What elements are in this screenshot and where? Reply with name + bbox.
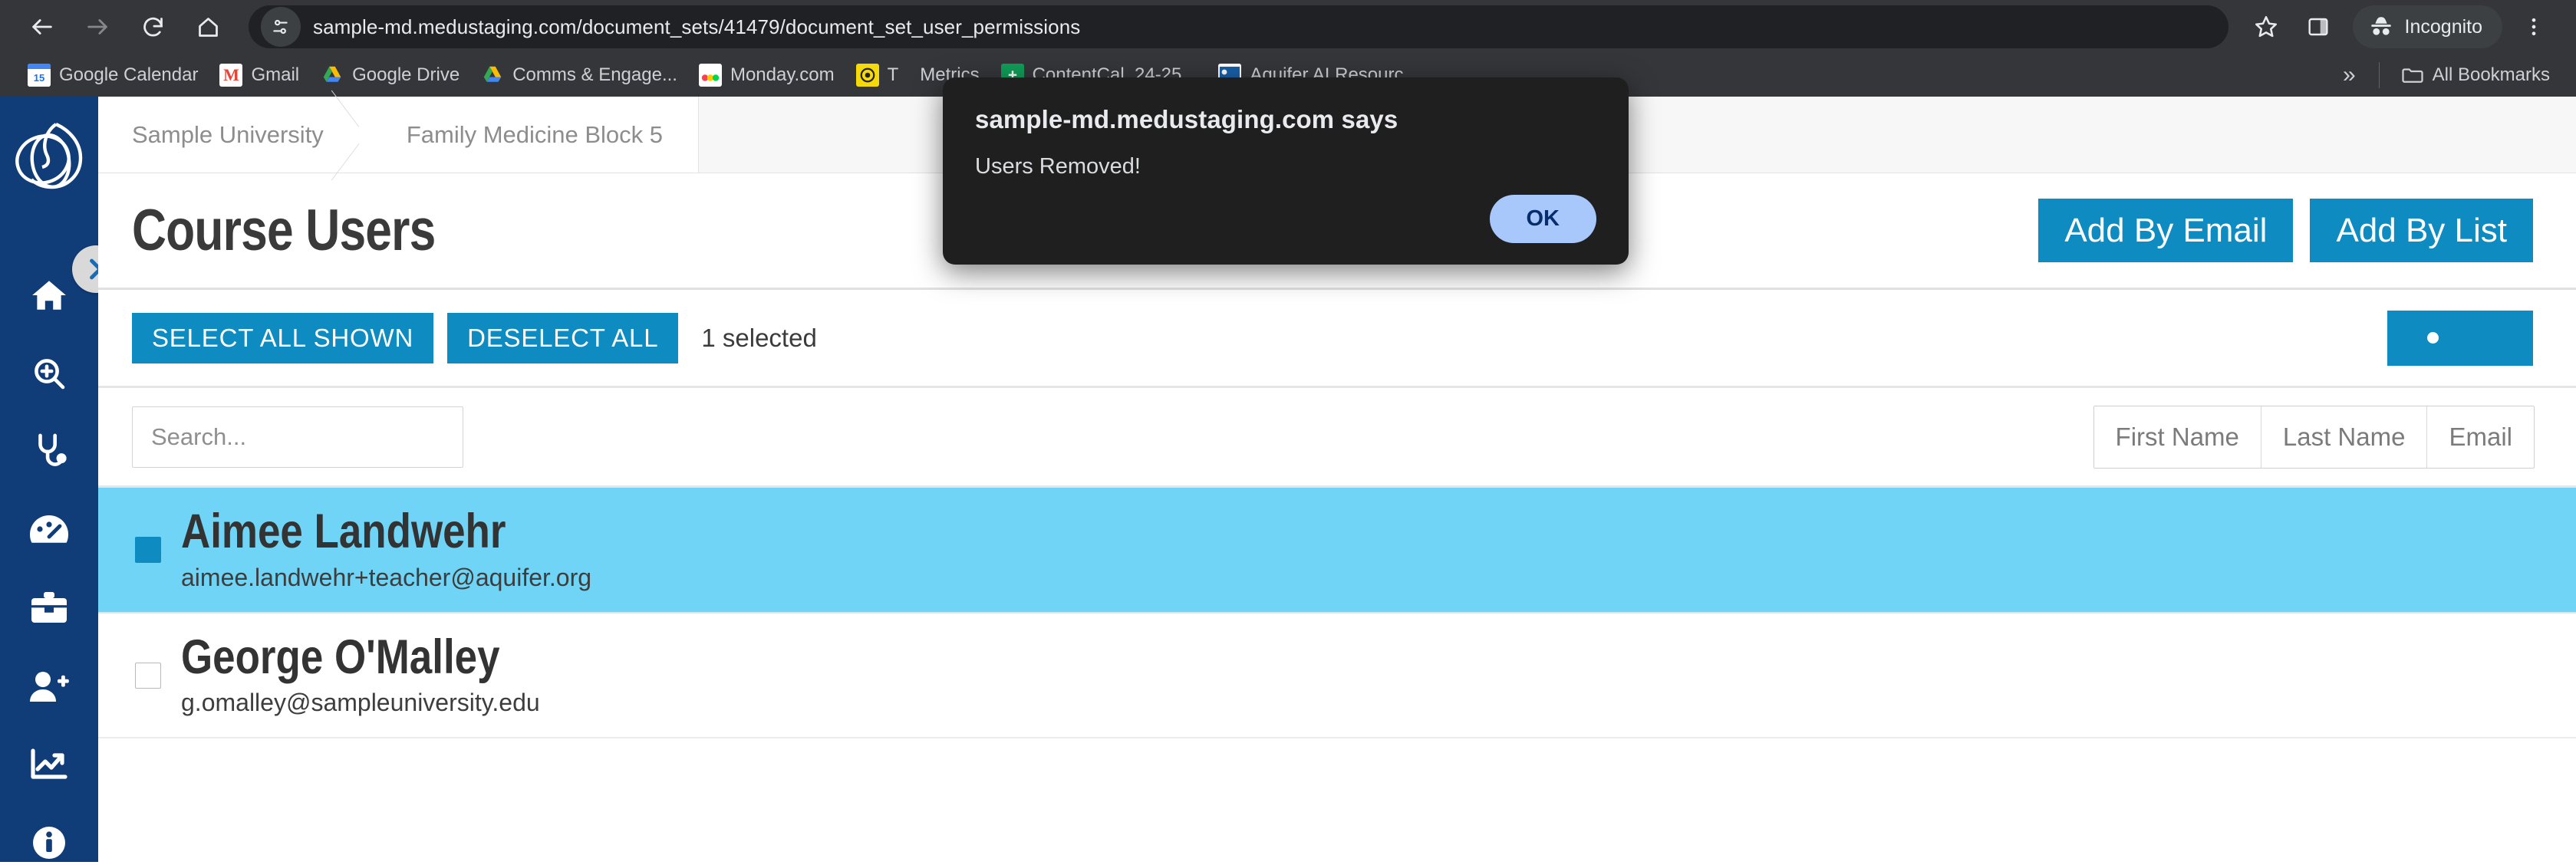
sidebar-item-home[interactable] xyxy=(19,273,79,317)
sort-last-name-button[interactable]: Last Name xyxy=(2261,406,2428,468)
site-settings-icon[interactable] xyxy=(261,7,301,47)
breadcrumb-item-organization[interactable]: Sample University xyxy=(98,97,359,173)
sidebar-item-reports[interactable] xyxy=(19,742,79,787)
folder-icon xyxy=(2401,64,2424,87)
breadcrumb-label: Family Medicine Block 5 xyxy=(406,120,664,148)
dialog-title: sample-md.medustaging.com says xyxy=(975,105,1398,133)
page-title: Course Users xyxy=(132,198,436,263)
left-sidebar xyxy=(0,97,98,862)
bookmark-label: Comms & Engage... xyxy=(512,64,677,85)
bookmark-label: Google Drive xyxy=(352,64,460,85)
sidebar-item-cases[interactable] xyxy=(19,429,79,474)
table-row[interactable]: Aimee Landwehr aimee.landwehr+teacher@aq… xyxy=(98,488,2576,613)
javascript-alert-dialog: sample-md.medustaging.com says Users Rem… xyxy=(943,77,1629,265)
sort-first-name-button[interactable]: First Name xyxy=(2093,406,2261,468)
bookmark-monday[interactable]: Monday.com xyxy=(688,59,845,91)
monday-icon xyxy=(698,64,722,87)
sidebar-nav xyxy=(0,273,98,865)
user-cell: George O'Malley g.omalley@sampleuniversi… xyxy=(181,630,561,718)
add-by-email-button[interactable]: Add By Email xyxy=(2038,198,2294,263)
side-panel-icon[interactable] xyxy=(2293,2,2344,52)
google-calendar-icon: 15 xyxy=(28,64,51,87)
user-name: George O'Malley xyxy=(181,630,500,684)
home-button[interactable] xyxy=(183,2,233,52)
bookmarks-right-group: » All Bookmarks xyxy=(2331,59,2561,91)
sidebar-item-search[interactable] xyxy=(19,351,79,396)
filter-toolbar: First Name Last Name Email xyxy=(98,388,2576,488)
forward-button[interactable] xyxy=(72,2,123,52)
sidebar-item-courses[interactable] xyxy=(19,586,79,630)
row-checkbox[interactable] xyxy=(135,662,161,689)
bookmark-t-site[interactable]: T xyxy=(845,59,910,91)
breadcrumb-label: Sample University xyxy=(132,120,324,148)
toolbar-right-group: Incognito xyxy=(2241,2,2559,52)
bulk-action-button[interactable] xyxy=(2387,310,2533,366)
reload-button[interactable] xyxy=(127,2,178,52)
search-input[interactable] xyxy=(132,406,463,468)
profile-incognito-button[interactable]: Incognito xyxy=(2352,5,2502,48)
dialog-ok-button[interactable]: OK xyxy=(1489,195,1596,243)
bookmark-label: T xyxy=(887,64,899,85)
dialog-message: Users Removed! xyxy=(975,154,1141,179)
dialog-actions: OK xyxy=(975,195,1596,243)
deselect-all-button[interactable]: DESELECT ALL xyxy=(447,312,679,363)
bulk-action-indicator-icon xyxy=(2427,332,2439,344)
browser-toolbar: sample-md.medustaging.com/document_sets/… xyxy=(0,0,2576,54)
bookmark-google-drive[interactable]: Google Drive xyxy=(310,59,470,91)
bookmark-star-icon[interactable] xyxy=(2241,2,2291,52)
profile-label: Incognito xyxy=(2404,15,2482,38)
yellow-site-icon xyxy=(855,64,879,87)
omnibox[interactable]: sample-md.medustaging.com/document_sets/… xyxy=(249,5,2228,48)
sidebar-item-users[interactable] xyxy=(19,664,79,709)
sort-button-group: First Name Last Name Email xyxy=(2093,405,2535,469)
url-text: sample-md.medustaging.com/document_sets/… xyxy=(313,15,1081,38)
select-all-shown-button[interactable]: SELECT ALL SHOWN xyxy=(132,312,434,363)
bookmark-comms-engage[interactable]: Comms & Engage... xyxy=(470,59,688,91)
bookmark-label: Gmail xyxy=(251,64,300,85)
bookmarks-divider xyxy=(2378,62,2380,88)
bookmark-label: Monday.com xyxy=(730,64,835,85)
google-drive-icon xyxy=(481,64,504,87)
row-checkbox[interactable] xyxy=(135,537,161,563)
aquifer-logo[interactable] xyxy=(8,117,91,196)
sort-email-button[interactable]: Email xyxy=(2427,406,2534,468)
gmail-icon: M xyxy=(219,64,243,87)
user-email: aimee.landwehr+teacher@aquifer.org xyxy=(181,563,592,591)
add-by-list-button[interactable]: Add By List xyxy=(2310,198,2533,263)
bookmark-gmail[interactable]: M Gmail xyxy=(209,59,310,91)
selected-count-label: 1 selected xyxy=(701,323,817,352)
google-drive-icon xyxy=(321,64,344,87)
breadcrumb-item-course[interactable]: Family Medicine Block 5 xyxy=(358,97,699,173)
bookmarks-overflow-button[interactable]: » xyxy=(2331,62,2368,88)
back-button[interactable] xyxy=(17,2,68,52)
user-name: Aimee Landwehr xyxy=(181,505,506,558)
sidebar-item-dashboard[interactable] xyxy=(19,508,79,552)
page-header-actions: Add By Email Add By List xyxy=(2038,198,2533,263)
all-bookmarks-button[interactable]: All Bookmarks xyxy=(2390,59,2561,91)
bookmark-label: Google Calendar xyxy=(59,64,199,85)
user-email: g.omalley@sampleuniversity.edu xyxy=(181,689,540,717)
table-row[interactable]: George O'Malley g.omalley@sampleuniversi… xyxy=(98,613,2576,739)
bookmark-google-calendar[interactable]: 15 Google Calendar xyxy=(17,59,209,91)
user-cell: Aimee Landwehr aimee.landwehr+teacher@aq… xyxy=(181,505,591,592)
selection-toolbar: SELECT ALL SHOWN DESELECT ALL 1 selected xyxy=(98,290,2576,388)
all-bookmarks-label: All Bookmarks xyxy=(2432,64,2550,85)
sidebar-item-info[interactable] xyxy=(19,821,79,865)
browser-menu-icon[interactable] xyxy=(2508,2,2559,52)
breadcrumb-track: Sample University Family Medicine Block … xyxy=(98,97,700,173)
